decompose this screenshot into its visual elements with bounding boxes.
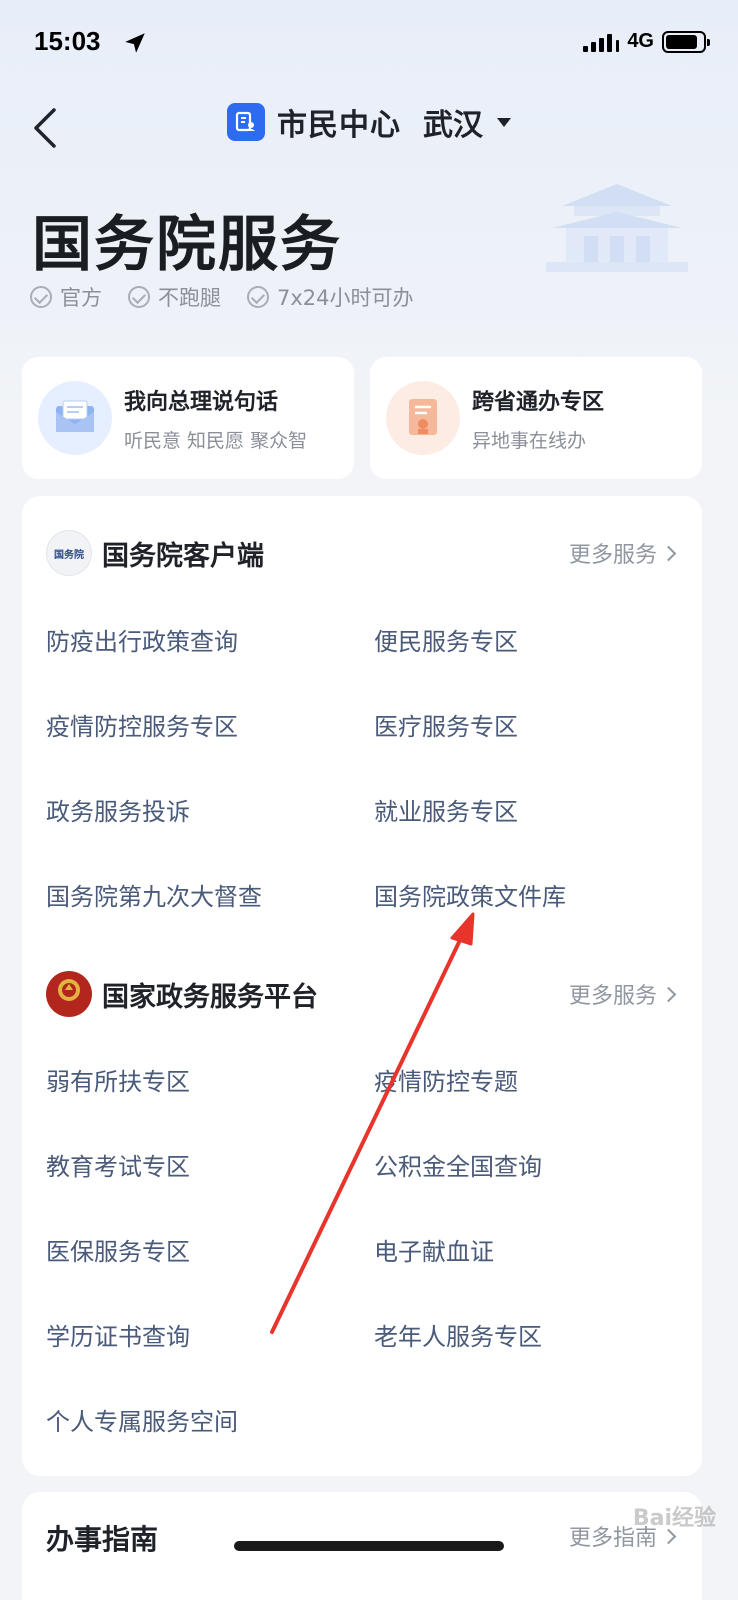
service-link[interactable]: 便民服务专区: [374, 622, 518, 657]
card-subtitle: 异地事在线办: [472, 429, 587, 452]
chevron-right-icon: [660, 545, 677, 561]
service-link[interactable]: 政务服务投诉: [46, 792, 190, 827]
card-subtitle: 听民意 知民愿 聚众智: [124, 429, 308, 452]
more-services-link[interactable]: 更多服务: [568, 978, 677, 1010]
cross-province-card[interactable]: 跨省通办专区 异地事在线办: [370, 357, 702, 479]
service-link[interactable]: 医保服务专区: [46, 1232, 190, 1267]
service-link[interactable]: 教育考试专区: [46, 1147, 190, 1182]
status-bar: 15:03 4G: [0, 0, 738, 88]
header-title: 市民中心: [277, 108, 401, 143]
service-link[interactable]: 就业服务专区: [374, 792, 518, 827]
citizen-center-logo-icon: [227, 103, 265, 141]
document-stamp-icon: [386, 381, 460, 455]
service-link[interactable]: 疫情防控服务专区: [46, 707, 238, 742]
watermark: Bai经验: [632, 1506, 716, 1531]
service-link[interactable]: 弱有所扶专区: [46, 1062, 190, 1097]
caret-down-icon: [497, 117, 511, 127]
signal-icon: [583, 32, 620, 52]
guide-title: 办事指南: [46, 1523, 159, 1556]
more-services-link[interactable]: 更多服务: [568, 537, 677, 569]
envelope-icon: [38, 381, 112, 455]
service-link[interactable]: 电子献血证: [374, 1232, 494, 1267]
check-circle-icon: [247, 286, 269, 308]
badge-label: 7x24小时可办: [277, 286, 414, 310]
badge-official: 官方: [30, 282, 102, 312]
palace-illustration-icon: [546, 184, 688, 272]
service-link[interactable]: 国务院第九次大督查: [46, 877, 262, 912]
service-link[interactable]: 学历证书查询: [46, 1317, 190, 1352]
badge-label: 不跑腿: [158, 286, 221, 310]
section-title: 国家政务服务平台: [102, 981, 318, 1013]
check-circle-icon: [30, 286, 52, 308]
more-label: 更多服务: [568, 543, 657, 568]
state-council-logo-icon: 国务院: [46, 530, 92, 576]
status-indicators: 4G: [583, 30, 710, 53]
badge-label: 官方: [60, 286, 102, 310]
service-link[interactable]: 疫情防控专题: [374, 1062, 518, 1097]
card-title: 我向总理说句话: [124, 389, 279, 415]
service-link[interactable]: 公积金全国查询: [374, 1147, 542, 1182]
card-title: 跨省通办专区: [472, 389, 605, 415]
check-circle-icon: [128, 286, 150, 308]
service-link[interactable]: 国务院政策文件库: [374, 877, 566, 912]
chevron-right-icon: [660, 986, 677, 1002]
status-time: 15:03: [34, 26, 101, 56]
location-switcher[interactable]: 市民中心 武汉: [0, 100, 738, 144]
page-title: 国务院服务: [32, 210, 342, 280]
service-link[interactable]: 医疗服务专区: [374, 707, 518, 742]
national-emblem-icon: [46, 971, 92, 1017]
hero-badges: 官方 不跑腿 7x24小时可办: [30, 282, 414, 312]
battery-icon: [662, 30, 710, 53]
logo-text: 国务院: [54, 549, 84, 561]
home-indicator[interactable]: [234, 1541, 504, 1551]
services-panel: 国务院 国务院客户端 更多服务 防疫出行政策查询 便民服务专区 疫情防控服务专区…: [22, 496, 702, 1476]
service-link[interactable]: 防疫出行政策查询: [46, 622, 238, 657]
section-title: 国务院客户端: [102, 540, 264, 572]
badge-no-errand: 不跑腿: [128, 282, 221, 312]
service-link[interactable]: 个人专属服务空间: [46, 1402, 238, 1437]
section-header-national-platform: 国家政务服务平台 更多服务: [22, 969, 702, 1019]
more-label: 更多服务: [568, 984, 657, 1009]
network-type: 4G: [627, 30, 654, 52]
message-premier-card[interactable]: 我向总理说句话 听民意 知民愿 聚众智: [22, 357, 354, 479]
badge-24h: 7x24小时可办: [247, 282, 414, 312]
header-city: 武汉: [423, 108, 483, 143]
service-link[interactable]: 老年人服务专区: [374, 1317, 542, 1352]
location-arrow-icon: [125, 33, 145, 53]
section-header-state-council: 国务院 国务院客户端 更多服务: [22, 528, 702, 578]
